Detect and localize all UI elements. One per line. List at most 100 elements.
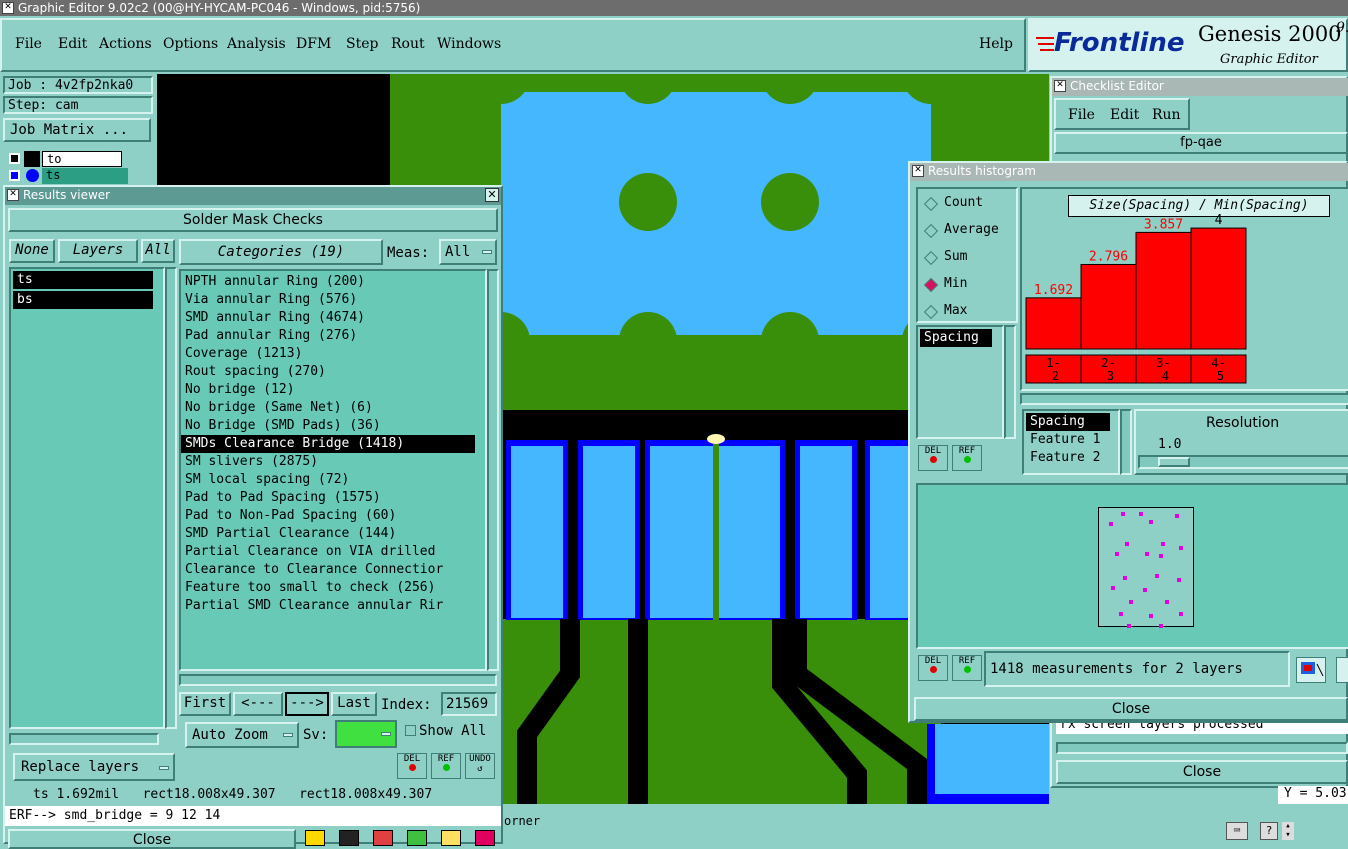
list-item[interactable]: Spacing [920,329,992,347]
list-item[interactable]: SM local spacing (72) [181,471,475,489]
layers-hscrollbar[interactable] [9,733,159,745]
checklist-close-button[interactable]: Close [1056,760,1348,784]
list-item[interactable]: Spacing [1026,413,1110,431]
list-item[interactable]: Coverage (1213) [181,345,475,363]
last-button[interactable]: Last [331,692,377,716]
list-item[interactable]: Partial SMD Clearance annular Rir [181,597,475,615]
index-input[interactable]: 21569 [441,692,497,716]
histogram-del-button-2[interactable]: DEL [918,655,948,681]
histogram-del-button[interactable]: DEL [918,445,948,471]
checklist-menu-file[interactable]: File [1068,107,1095,123]
menu-options[interactable]: Options [163,36,218,52]
layout-preview[interactable] [916,483,1348,649]
histogram-ref-button[interactable]: REF [952,445,982,471]
checklist-menu-edit[interactable]: Edit [1110,107,1139,123]
radio-average[interactable] [923,223,939,239]
list-item[interactable]: NPTH annular Ring (200) [181,273,475,291]
results-viewer-close-button[interactable]: Close [8,829,296,849]
list-item[interactable]: Feature 2 [1026,449,1116,467]
histogram-ref-button-2[interactable]: REF [952,655,982,681]
list-item[interactable]: Pad to Non-Pad Spacing (60) [181,507,475,525]
checklist-menu-run[interactable]: Run [1152,107,1181,123]
list-item[interactable]: ts [13,271,153,289]
histogram-bar[interactable] [1080,263,1137,350]
layers-button[interactable]: Layers [58,239,138,263]
menu-help[interactable]: Help [979,36,1013,52]
checklist-window-icon[interactable]: ✕ [1054,80,1066,92]
list-item[interactable]: Feature 1 [1026,431,1116,449]
categories-scrollbar[interactable] [487,269,499,671]
del-button[interactable]: DEL [397,753,427,779]
menu-actions[interactable]: Actions [99,36,152,52]
layer-checkbox[interactable] [9,170,20,181]
list-item[interactable]: SMDs Clearance Bridge (1418) [181,435,475,453]
feature-list-scrollbar[interactable] [1120,409,1132,475]
histogram-bar[interactable] [1190,227,1247,350]
close-icon[interactable]: ✕ [485,188,499,202]
show-all-checkbox[interactable] [405,725,416,736]
replace-layers-dropdown[interactable]: Replace layers [13,753,175,781]
meas-dropdown[interactable]: All [439,239,497,265]
export-icon-2[interactable] [1336,657,1348,683]
histogram-bar[interactable] [1025,297,1082,350]
list-item[interactable]: No bridge (12) [181,381,475,399]
sv-color-dropdown[interactable] [335,720,397,748]
list-item[interactable]: SM slivers (2875) [181,453,475,471]
list-item[interactable]: bs [13,291,153,309]
menu-windows[interactable]: Windows [437,36,501,52]
prev-button[interactable]: <--- [233,692,283,716]
menu-edit[interactable]: Edit [58,36,87,52]
menu-dfm[interactable]: DFM [296,36,331,52]
histogram-close-button[interactable]: Close [914,697,1348,721]
list-item[interactable]: SMD annular Ring (4674) [181,309,475,327]
job-matrix-button[interactable]: Job Matrix ... [3,118,151,142]
menu-step[interactable]: Step [346,36,378,52]
keyboard-icon[interactable]: ⌨ [1226,822,1248,840]
list-item[interactable]: Rout spacing (270) [181,363,475,381]
categories-list[interactable]: NPTH annular Ring (200) Via annular Ring … [179,269,487,671]
none-layers-button[interactable]: None [9,239,55,263]
auto-zoom-dropdown[interactable]: Auto Zoom [185,722,299,748]
help-question-icon[interactable]: ? [1260,822,1278,840]
list-item[interactable]: Feature too small to check (256) [181,579,475,597]
checklist-hscrollbar[interactable] [1056,742,1348,754]
resolution-slider[interactable] [1138,455,1348,469]
chevron-updown-icon[interactable]: ▴ ▾ [1282,822,1294,840]
histogram-window-icon[interactable]: ✕ [912,165,924,177]
histogram-attr-scrollbar[interactable] [1004,325,1016,439]
list-item[interactable]: Clearance to Clearance Connectior [181,561,475,579]
categories-hscrollbar[interactable] [179,674,497,686]
next-button[interactable]: ---> [285,692,329,716]
list-item[interactable]: No Bridge (SMD Pads) (36) [181,417,475,435]
menu-file[interactable]: File [15,36,42,52]
first-button[interactable]: First [179,692,231,716]
radio-count[interactable] [923,196,939,212]
slider-thumb[interactable] [1158,457,1190,467]
list-item[interactable]: Partial Clearance on VIA drilled [181,543,475,561]
list-item[interactable]: Via annular Ring (576) [181,291,475,309]
list-item[interactable]: Pad annular Ring (276) [181,327,475,345]
layers-list[interactable]: ts bs [9,267,165,729]
radio-min[interactable] [923,277,939,293]
radio-max[interactable] [923,304,939,320]
menu-analysis[interactable]: Analysis [227,36,286,52]
export-icon[interactable] [1296,657,1326,683]
feature-list[interactable]: Spacing Feature 1 Feature 2 [1022,409,1120,475]
layer-row-ts[interactable]: ts [6,168,128,184]
categories-button[interactable]: Categories (19) [179,239,383,265]
list-item[interactable]: SMD Partial Clearance (144) [181,525,475,543]
list-item[interactable]: No bridge (Same Net) (6) [181,399,475,417]
ref-button[interactable]: REF [431,753,461,779]
layer-row-to[interactable]: to [6,151,124,167]
list-item[interactable]: Pad to Pad Spacing (1575) [181,489,475,507]
histogram-hscrollbar[interactable] [1020,393,1348,405]
histogram-bar[interactable] [1135,231,1192,350]
layer-checkbox[interactable] [9,153,20,164]
menu-rout[interactable]: Rout [391,36,425,52]
results-viewer-window-icon[interactable]: ✕ [7,189,19,201]
layers-scrollbar[interactable] [165,267,177,729]
histogram-attr-list[interactable]: Spacing [916,325,1004,439]
window-app-icon[interactable]: ✕ [2,2,14,14]
undo-button[interactable]: UNDO ↺ [465,753,495,779]
radio-sum[interactable] [923,250,939,266]
